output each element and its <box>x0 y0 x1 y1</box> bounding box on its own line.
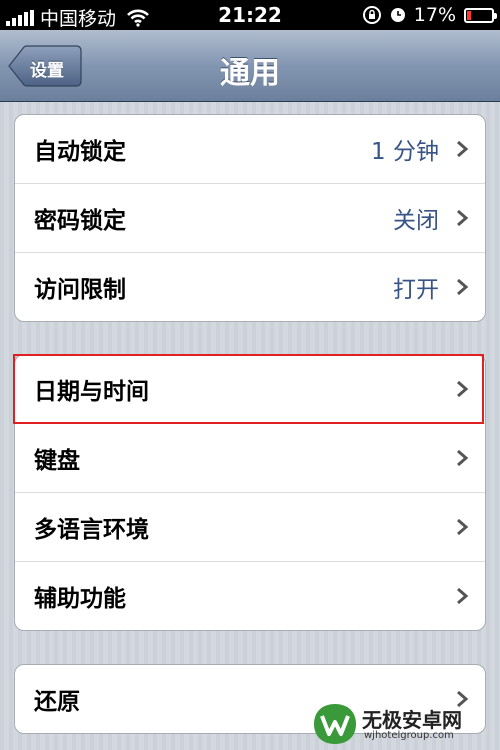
row-value: 关闭 <box>393 208 439 234</box>
row-value: 打开 <box>393 277 439 303</box>
status-bar: 中国移动 21:22 17% <box>0 0 500 30</box>
row-label: 辅助功能 <box>34 586 126 612</box>
rotation-lock-icon <box>362 6 381 24</box>
chevron-right-icon <box>457 518 469 536</box>
chevron-right-icon <box>457 587 469 605</box>
chevron-right-icon <box>457 278 469 296</box>
row-keyboard[interactable]: 键盘 <box>15 424 485 493</box>
chevron-right-icon <box>457 209 469 227</box>
row-auto-lock[interactable]: 自动锁定 1 分钟 <box>15 115 485 184</box>
chevron-right-icon <box>457 449 469 467</box>
row-passcode-lock[interactable]: 密码锁定 关闭 <box>15 184 485 253</box>
navigation-bar: 设置 通用 <box>0 30 500 102</box>
row-label: 键盘 <box>34 448 80 474</box>
row-label: 访问限制 <box>34 277 126 303</box>
page-title: 通用 <box>220 56 280 91</box>
row-label: 自动锁定 <box>34 139 126 165</box>
chevron-right-icon <box>457 140 469 158</box>
row-accessibility[interactable]: 辅助功能 <box>15 562 485 630</box>
row-restrictions[interactable]: 访问限制 打开 <box>15 253 485 321</box>
highlight-box <box>13 354 484 424</box>
watermark-logo-icon <box>314 704 356 744</box>
watermark-name: 无极安卓网 <box>362 708 462 732</box>
row-label: 还原 <box>34 689 80 715</box>
row-international[interactable]: 多语言环境 <box>15 493 485 562</box>
status-right: 17% <box>362 4 497 26</box>
battery-percentage: 17% <box>413 4 456 26</box>
alarm-clock-icon <box>390 8 405 22</box>
row-value: 1 分钟 <box>371 139 439 165</box>
settings-group-lock: 自动锁定 1 分钟 密码锁定 关闭 访问限制 打开 <box>14 114 486 322</box>
row-label: 多语言环境 <box>34 517 149 543</box>
watermark: 无极安卓网 wjhotelgroup.com <box>312 700 500 750</box>
row-label: 密码锁定 <box>34 208 126 234</box>
watermark-url: wjhotelgroup.com <box>364 730 454 741</box>
battery-icon <box>464 7 497 23</box>
battery-fill <box>467 10 471 20</box>
